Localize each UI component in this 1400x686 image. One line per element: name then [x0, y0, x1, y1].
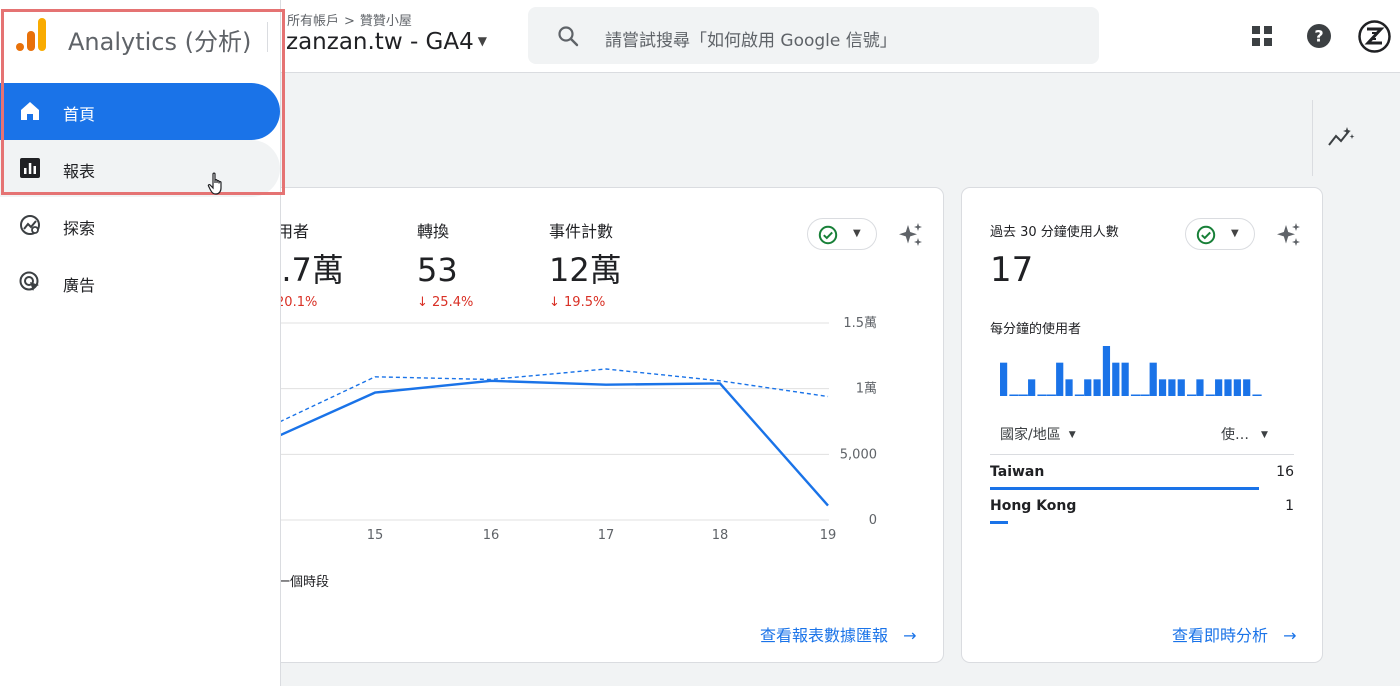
minute-bar	[1224, 379, 1232, 396]
row-value: 1	[1285, 498, 1294, 514]
minute-bar	[1121, 362, 1129, 396]
y-tick-label: 0	[869, 513, 877, 528]
y-tick-label: 1.5萬	[843, 316, 877, 331]
x-tick-label: 18	[712, 528, 729, 543]
bar-chart-icon	[20, 158, 40, 178]
sidebar-item-reports[interactable]: 報表	[0, 140, 280, 197]
sidebar-item-label: 廣告	[63, 276, 96, 295]
minute-bar	[1252, 394, 1262, 396]
per-minute-bar-chart	[1000, 346, 1262, 396]
divider	[267, 22, 268, 52]
divider	[990, 454, 1294, 455]
breadcrumb-property[interactable]: 贊贊小屋	[360, 14, 412, 29]
chevron-down-icon: ▼	[1261, 430, 1268, 440]
column-label: 使…	[1221, 427, 1249, 443]
breadcrumb-separator: >	[344, 14, 355, 29]
arrow-right-icon: →	[903, 626, 917, 645]
overview-card: 使用者 1.7萬 ↓ 20.1% 轉換 53 ↓ 25.4% 事件計數 12萬 …	[250, 187, 944, 663]
minute-bar	[1112, 362, 1120, 396]
view-realtime-link[interactable]: 查看即時分析 →	[1172, 622, 1297, 646]
sidebar-item-home[interactable]: 首頁	[0, 83, 280, 140]
minute-bar	[1000, 362, 1008, 396]
x-tick-label: 16	[483, 528, 500, 543]
app-title: Analytics (分析)	[68, 28, 252, 56]
minute-bar	[1074, 394, 1084, 396]
hand-cursor-icon	[207, 172, 222, 195]
sidebar-item-label: 報表	[63, 162, 96, 181]
minute-bar	[1149, 362, 1157, 396]
property-selector[interactable]: zanzan.tw - GA4 ▼	[286, 29, 487, 55]
minute-bar	[1233, 379, 1241, 396]
avatar[interactable]	[1358, 20, 1391, 53]
minute-bar	[1018, 394, 1028, 396]
users-line-chart: 0 5,000 1萬 1.5萬 15 16 17 18 19	[260, 316, 877, 543]
apps-grid-icon[interactable]	[1249, 23, 1275, 49]
breadcrumb[interactable]: 所有帳戶 > 贊贊小屋	[287, 10, 412, 29]
minute-bar	[1037, 394, 1047, 396]
link-label: 查看報表數據匯報	[760, 626, 889, 645]
brand[interactable]: Analytics (分析)	[0, 0, 281, 73]
y-tick-label: 5,000	[840, 447, 877, 462]
minute-bar	[1187, 394, 1197, 396]
row-share-bar	[990, 487, 1259, 490]
column-label: 國家/地區	[1000, 427, 1061, 443]
minute-bar	[1009, 394, 1019, 396]
users-column-dropdown[interactable]: 使… ▼	[1221, 424, 1268, 444]
current-series-line	[260, 379, 829, 507]
minute-bar	[1084, 379, 1092, 396]
minute-bar	[1028, 379, 1036, 396]
minute-bar	[1140, 394, 1150, 396]
minute-bar	[1065, 379, 1073, 396]
divider	[1312, 100, 1313, 176]
row-share-bar	[990, 521, 1008, 524]
x-tick-label: 19	[820, 528, 837, 543]
home-icon	[21, 102, 39, 120]
ads-icon	[19, 271, 39, 291]
link-label: 查看即時分析	[1172, 626, 1269, 645]
analytics-logo-icon	[16, 18, 46, 51]
minute-bar	[1130, 394, 1141, 396]
chevron-down-icon: ▼	[1068, 430, 1076, 440]
row-value: 16	[1276, 464, 1294, 480]
realtime-card: 過去 30 分鐘使用人數 17 ▼ 每分鐘的使用者 國家/地區 ▼ 使… ▼ Tai…	[961, 187, 1323, 663]
minute-bar	[1243, 379, 1251, 396]
help-icon[interactable]: ?	[1306, 23, 1332, 49]
row-country: Hong Kong	[990, 498, 1077, 514]
y-tick-label: 1萬	[856, 382, 877, 397]
period-label: 一個時段	[277, 575, 330, 590]
minute-bar	[1177, 379, 1185, 396]
sidebar-item-label: 首頁	[63, 105, 96, 124]
insights-icon[interactable]	[1327, 125, 1355, 149]
sidebar-item-explore[interactable]: 探索	[0, 197, 280, 254]
arrow-right-icon: →	[1283, 626, 1297, 645]
minute-bar	[1205, 394, 1215, 396]
minute-bar	[1093, 379, 1101, 396]
view-reports-snapshot-link[interactable]: 查看報表數據匯報 →	[760, 622, 917, 646]
sidebar: Analytics (分析) 首頁 報表 探索 廣告	[0, 0, 281, 686]
minute-bar	[1168, 379, 1176, 396]
breadcrumb-account[interactable]: 所有帳戶	[287, 14, 339, 29]
minute-bar	[1056, 362, 1064, 396]
chevron-down-icon: ▼	[477, 34, 487, 48]
sidebar-item-label: 探索	[63, 219, 96, 238]
minute-bar	[1102, 346, 1111, 396]
country-column-dropdown[interactable]: 國家/地區 ▼	[1000, 424, 1076, 444]
explore-icon	[20, 215, 40, 235]
comparison-series-line	[260, 368, 829, 432]
x-tick-label: 17	[598, 528, 615, 543]
minute-bar	[1196, 379, 1204, 396]
search-icon	[558, 26, 579, 47]
search-input[interactable]: 請嘗試搜尋「如何啟用 Google 信號」	[605, 26, 897, 51]
svg-text:?: ?	[1314, 27, 1323, 46]
minute-bar	[1046, 394, 1056, 396]
property-name: zanzan.tw - GA4	[286, 29, 474, 55]
search-bar[interactable]: 請嘗試搜尋「如何啟用 Google 信號」	[528, 7, 1099, 64]
x-tick-label: 15	[367, 528, 384, 543]
minute-bar	[1215, 379, 1223, 396]
sidebar-item-advertising[interactable]: 廣告	[0, 254, 280, 311]
minute-bar	[1158, 379, 1167, 396]
row-country: Taiwan	[990, 464, 1045, 480]
